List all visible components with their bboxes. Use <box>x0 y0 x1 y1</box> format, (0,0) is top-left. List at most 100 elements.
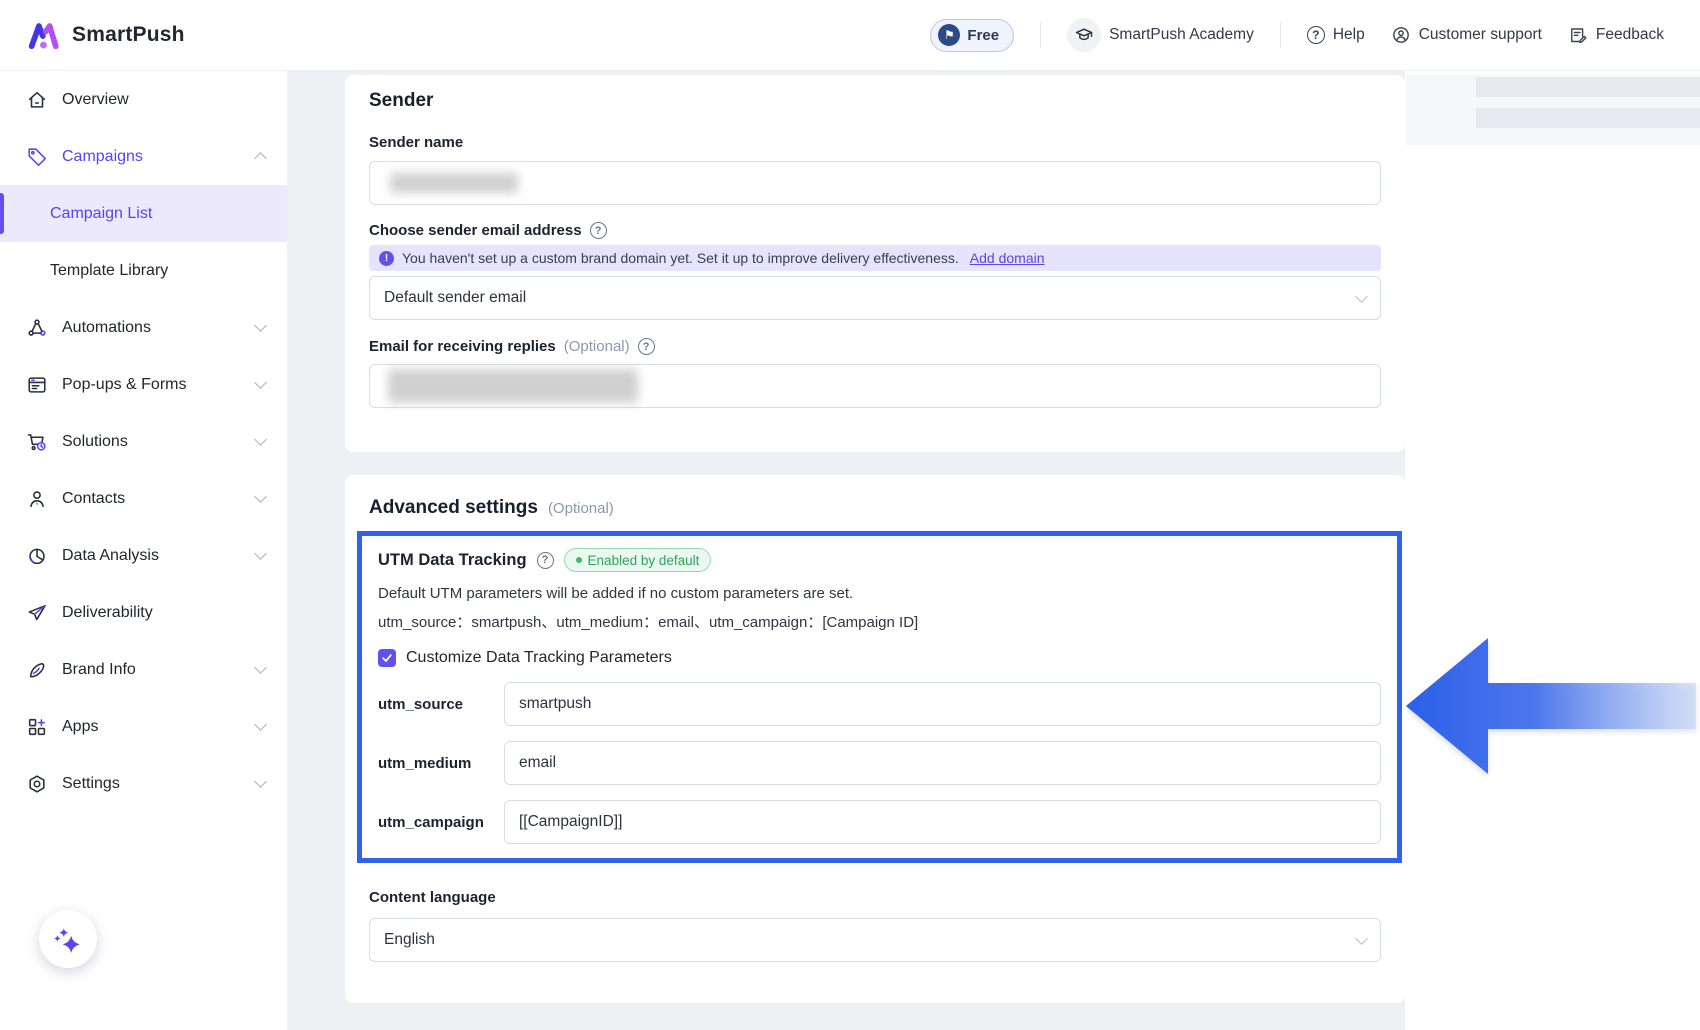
chevron-down-icon <box>254 661 267 674</box>
advanced-settings-title: Advanced settings <box>369 497 538 519</box>
customize-checkbox-label: Customize Data Tracking Parameters <box>406 649 672 667</box>
utm-source-input[interactable] <box>504 682 1381 726</box>
paper-plane-icon <box>26 602 48 624</box>
sidebar-item-label: Deliverability <box>62 604 265 622</box>
sidebar-item-deliverability[interactable]: Deliverability <box>0 584 287 641</box>
sidebar-item-label: Data Analysis <box>62 547 242 565</box>
chevron-down-icon <box>1355 932 1368 945</box>
gear-icon <box>26 773 48 795</box>
sidebar-item-label: Apps <box>62 718 242 736</box>
plan-flag-icon: ⚑ <box>938 24 960 46</box>
redacted-replies-email <box>388 369 638 403</box>
academy-label: SmartPush Academy <box>1109 26 1254 44</box>
help-icon: ? <box>1307 26 1325 44</box>
advanced-optional: (Optional) <box>548 500 614 517</box>
help-circle-icon[interactable]: ? <box>590 222 607 239</box>
help-circle-icon[interactable]: ? <box>638 338 655 355</box>
sidebar-item-label: Solutions <box>62 433 242 451</box>
sparkles-icon <box>51 922 85 956</box>
sidebar-item-data-analysis[interactable]: Data Analysis <box>0 527 287 584</box>
sidebar-item-solutions[interactable]: Solutions <box>0 413 287 470</box>
feedback-label: Feedback <box>1596 26 1664 44</box>
chevron-down-icon <box>254 376 267 389</box>
sidebar-item-label: Brand Info <box>62 661 242 679</box>
sender-name-label: Sender name <box>369 134 1381 151</box>
pie-chart-icon <box>26 545 48 567</box>
sidebar: Overview Campaigns Campaign List Templat… <box>0 71 287 1030</box>
customer-support-link[interactable]: Customer support <box>1391 25 1542 45</box>
annotation-arrow-left-icon <box>1400 627 1700 785</box>
sidebar-item-apps[interactable]: Apps <box>0 698 287 755</box>
plan-badge-label: Free <box>967 27 999 44</box>
sidebar-item-label: Automations <box>62 319 242 337</box>
sidebar-item-label: Overview <box>62 91 265 109</box>
content-area: Sender Sender name Choose sender email a… <box>287 71 1700 1030</box>
utm-description-2: utm_source：smartpush、utm_medium：email、ut… <box>378 611 1381 632</box>
utm-source-label: utm_source <box>378 696 504 713</box>
advanced-settings-card: Advanced settings (Optional) UTM Data Tr… <box>345 475 1405 1003</box>
skeleton-bar <box>1476 77 1700 97</box>
skeleton-panel <box>1406 75 1700 145</box>
top-header: SmartPush ⚑ Free SmartPush Academy ? Hel… <box>0 0 1700 71</box>
content-language-label: Content language <box>369 889 1381 906</box>
sidebar-item-overview[interactable]: Overview <box>0 71 287 128</box>
sidebar-item-settings[interactable]: Settings <box>0 755 287 812</box>
utm-campaign-row: utm_campaign <box>378 800 1381 844</box>
utm-highlight-box: UTM Data Tracking ? Enabled by default D… <box>357 531 1402 863</box>
utm-medium-input[interactable] <box>504 741 1381 785</box>
sender-email-select[interactable]: Default sender email <box>369 276 1381 320</box>
sidebar-item-label: Contacts <box>62 490 242 508</box>
banner-text: You haven't set up a custom brand domain… <box>402 250 959 266</box>
ai-assistant-button[interactable] <box>39 910 97 968</box>
graduation-cap-icon <box>1067 18 1101 52</box>
help-circle-icon[interactable]: ? <box>537 552 554 569</box>
chevron-down-icon <box>254 433 267 446</box>
academy-link[interactable]: SmartPush Academy <box>1067 18 1254 52</box>
tag-icon <box>26 146 48 168</box>
sender-name-input[interactable] <box>369 161 1381 205</box>
sidebar-item-label: Campaigns <box>62 148 242 166</box>
content-language-select[interactable]: English <box>369 918 1381 962</box>
sidebar-item-template-library[interactable]: Template Library <box>0 242 287 299</box>
header-divider <box>1280 22 1281 48</box>
sidebar-item-label: Campaign List <box>50 205 265 223</box>
utm-source-row: utm_source <box>378 682 1381 726</box>
green-dot-icon <box>576 557 582 563</box>
info-icon: ! <box>379 251 394 266</box>
utm-campaign-input[interactable] <box>504 800 1381 844</box>
utm-campaign-label: utm_campaign <box>378 814 504 831</box>
content-language-value: English <box>384 931 435 949</box>
replies-optional: (Optional) <box>564 338 630 355</box>
sidebar-item-label: Template Library <box>50 262 265 280</box>
chevron-down-icon <box>254 319 267 332</box>
sidebar-item-label: Pop-ups & Forms <box>62 376 242 394</box>
utm-title: UTM Data Tracking <box>378 551 527 570</box>
skeleton-bar <box>1476 108 1700 128</box>
brand[interactable]: SmartPush <box>26 17 185 53</box>
status-badge-label: Enabled by default <box>588 553 700 568</box>
sidebar-item-campaign-list[interactable]: Campaign List <box>0 185 287 242</box>
replies-email-input[interactable] <box>369 364 1381 408</box>
status-badge: Enabled by default <box>564 548 712 572</box>
help-label: Help <box>1333 26 1365 44</box>
sidebar-item-contacts[interactable]: Contacts <box>0 470 287 527</box>
cart-clock-icon <box>26 431 48 453</box>
contacts-person-icon <box>26 488 48 510</box>
sender-card: Sender Sender name Choose sender email a… <box>345 75 1405 452</box>
sidebar-item-label: Settings <box>62 775 242 793</box>
sidebar-item-brand-info[interactable]: Brand Info <box>0 641 287 698</box>
chevron-down-icon <box>254 718 267 731</box>
utm-medium-label: utm_medium <box>378 755 504 772</box>
customize-checkbox[interactable] <box>378 649 396 667</box>
popup-window-icon <box>26 374 48 396</box>
help-link[interactable]: ? Help <box>1307 26 1365 44</box>
plan-badge[interactable]: ⚑ Free <box>930 19 1014 52</box>
sidebar-item-automations[interactable]: Automations <box>0 299 287 356</box>
sidebar-item-popups-forms[interactable]: Pop-ups & Forms <box>0 356 287 413</box>
sidebar-item-campaigns[interactable]: Campaigns <box>0 128 287 185</box>
choose-sender-email-label: Choose sender email address <box>369 222 582 239</box>
automation-nodes-icon <box>26 317 48 339</box>
utm-description-1: Default UTM parameters will be added if … <box>378 585 1381 602</box>
feedback-link[interactable]: Feedback <box>1568 25 1664 45</box>
add-domain-link[interactable]: Add domain <box>970 250 1045 266</box>
